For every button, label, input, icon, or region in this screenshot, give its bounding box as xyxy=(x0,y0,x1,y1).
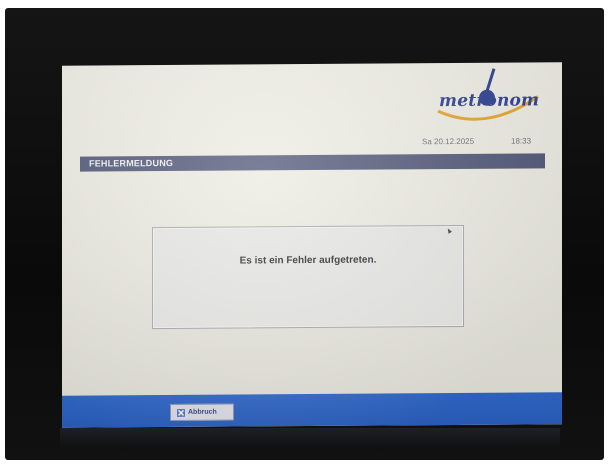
page-title: FEHLERMELDUNG xyxy=(89,157,174,169)
abort-button-label: Abbruch xyxy=(188,408,217,416)
photo-frame: metronom Sa 20.12.2025 18:33 FEHLERMELDU… xyxy=(0,0,609,465)
mouse-cursor-icon xyxy=(446,227,452,234)
error-message-text: Es ist ein Fehler aufgetreten. xyxy=(239,254,377,267)
close-icon xyxy=(177,408,185,417)
title-bar: FEHLERMELDUNG xyxy=(80,153,545,172)
screen-reflection xyxy=(60,428,560,448)
logo-text: metronom xyxy=(439,90,540,112)
date-display: Sa 20.12.2025 xyxy=(422,136,475,147)
abort-button[interactable]: Abbruch xyxy=(170,403,234,421)
kiosk-screen: metronom Sa 20.12.2025 18:33 FEHLERMELDU… xyxy=(62,62,562,428)
footer-bar: Abbruch xyxy=(62,392,562,428)
error-message-box: Es ist ein Fehler aufgetreten. xyxy=(152,224,464,330)
time-display: 18:33 xyxy=(511,136,532,146)
